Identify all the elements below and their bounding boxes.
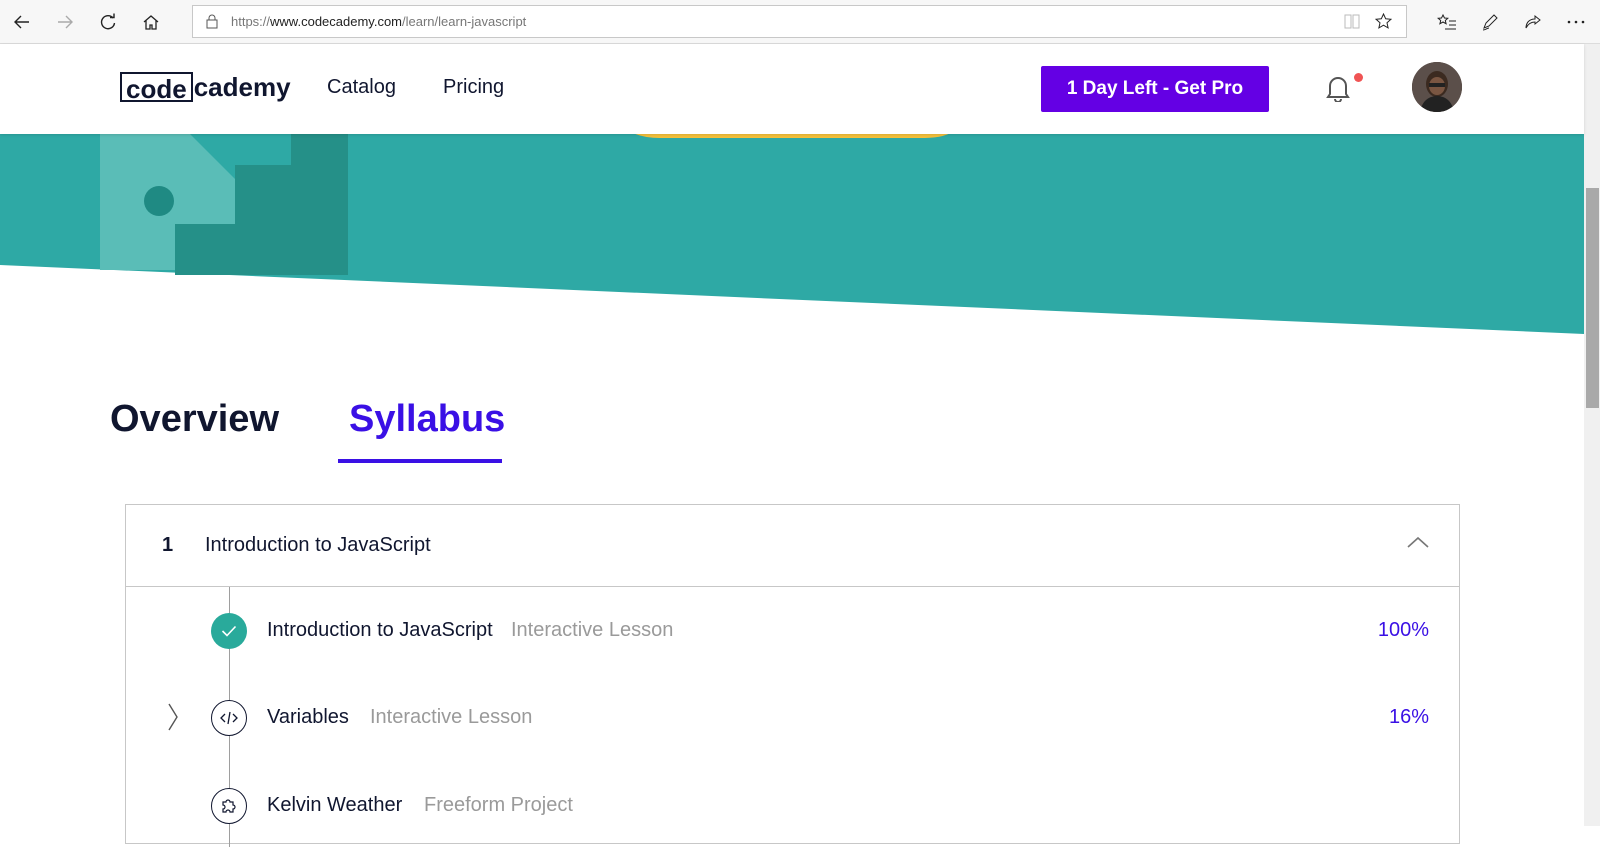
codecademy-logo[interactable]: code cademy bbox=[120, 69, 291, 105]
star-icon[interactable] bbox=[1375, 13, 1392, 30]
refresh-icon bbox=[100, 13, 116, 30]
tab-overview[interactable]: Overview bbox=[110, 398, 279, 441]
back-button[interactable] bbox=[8, 8, 36, 36]
list-item[interactable]: Kelvin Weather Freeform Project bbox=[126, 788, 1459, 828]
favorites-button[interactable] bbox=[1433, 8, 1461, 36]
nav-pricing[interactable]: Pricing bbox=[443, 76, 504, 99]
arrow-right-icon bbox=[58, 15, 73, 29]
get-pro-button[interactable]: 1 Day Left - Get Pro bbox=[1041, 66, 1269, 112]
active-tab-indicator bbox=[338, 459, 502, 463]
home-icon bbox=[143, 15, 159, 30]
notes-button[interactable] bbox=[1476, 8, 1504, 36]
chevron-up-icon[interactable] bbox=[1407, 535, 1429, 549]
browser-toolbar: https://www.codecademy.com/learn/learn-j… bbox=[0, 0, 1600, 44]
module-header[interactable]: 1 Introduction to JavaScript bbox=[126, 505, 1459, 587]
reading-view-icon[interactable] bbox=[1344, 14, 1360, 29]
tab-syllabus[interactable]: Syllabus bbox=[349, 398, 505, 441]
lesson-title: Kelvin Weather bbox=[267, 794, 403, 816]
notification-dot bbox=[1354, 73, 1363, 82]
scrollbar-thumb[interactable] bbox=[1586, 188, 1599, 408]
puzzle-icon bbox=[211, 788, 247, 824]
user-photo-icon bbox=[1412, 62, 1462, 112]
favorites-list-icon bbox=[1437, 13, 1456, 30]
forward-button[interactable] bbox=[51, 8, 79, 36]
pen-icon bbox=[1482, 14, 1498, 31]
lock-icon bbox=[206, 14, 218, 29]
refresh-button[interactable] bbox=[94, 8, 122, 36]
lesson-title: Introduction to JavaScript bbox=[267, 619, 493, 641]
home-button[interactable] bbox=[137, 8, 165, 36]
more-button[interactable] bbox=[1562, 8, 1590, 36]
syllabus-panel: 1 Introduction to JavaScript Introductio… bbox=[125, 504, 1460, 847]
avatar[interactable] bbox=[1412, 62, 1462, 112]
module-title: Introduction to JavaScript bbox=[205, 534, 431, 556]
lesson-progress: 16% bbox=[1388, 706, 1429, 728]
hero-circle-icon bbox=[144, 186, 174, 216]
site-header: code cademy Catalog Pricing 1 Day Left - … bbox=[0, 44, 1584, 134]
check-icon bbox=[211, 613, 247, 649]
lesson-progress: 100% bbox=[1377, 619, 1429, 641]
lesson-title: Variables bbox=[267, 706, 349, 728]
nav-catalog[interactable]: Catalog bbox=[327, 76, 396, 99]
lesson-type: Freeform Project bbox=[424, 794, 573, 816]
url-text: https://www.codecademy.com/learn/learn-j… bbox=[231, 14, 527, 29]
share-icon bbox=[1525, 14, 1541, 29]
module-number: 1 bbox=[162, 534, 174, 556]
list-item[interactable]: Variables Interactive Lesson 16% bbox=[126, 700, 1459, 740]
share-button[interactable] bbox=[1519, 8, 1547, 36]
lesson-type: Interactive Lesson bbox=[370, 706, 533, 728]
code-icon bbox=[211, 700, 247, 736]
arrow-left-icon bbox=[14, 15, 29, 29]
bell-icon[interactable] bbox=[1326, 74, 1350, 102]
ellipsis-icon bbox=[1567, 20, 1585, 24]
list-item[interactable]: Introduction to JavaScript Interactive L… bbox=[126, 613, 1459, 653]
chevron-right-icon[interactable] bbox=[166, 702, 180, 732]
address-bar[interactable]: https://www.codecademy.com/learn/learn-j… bbox=[192, 5, 1407, 38]
page-scrollbar[interactable] bbox=[1584, 44, 1600, 826]
lesson-type: Interactive Lesson bbox=[511, 619, 674, 641]
